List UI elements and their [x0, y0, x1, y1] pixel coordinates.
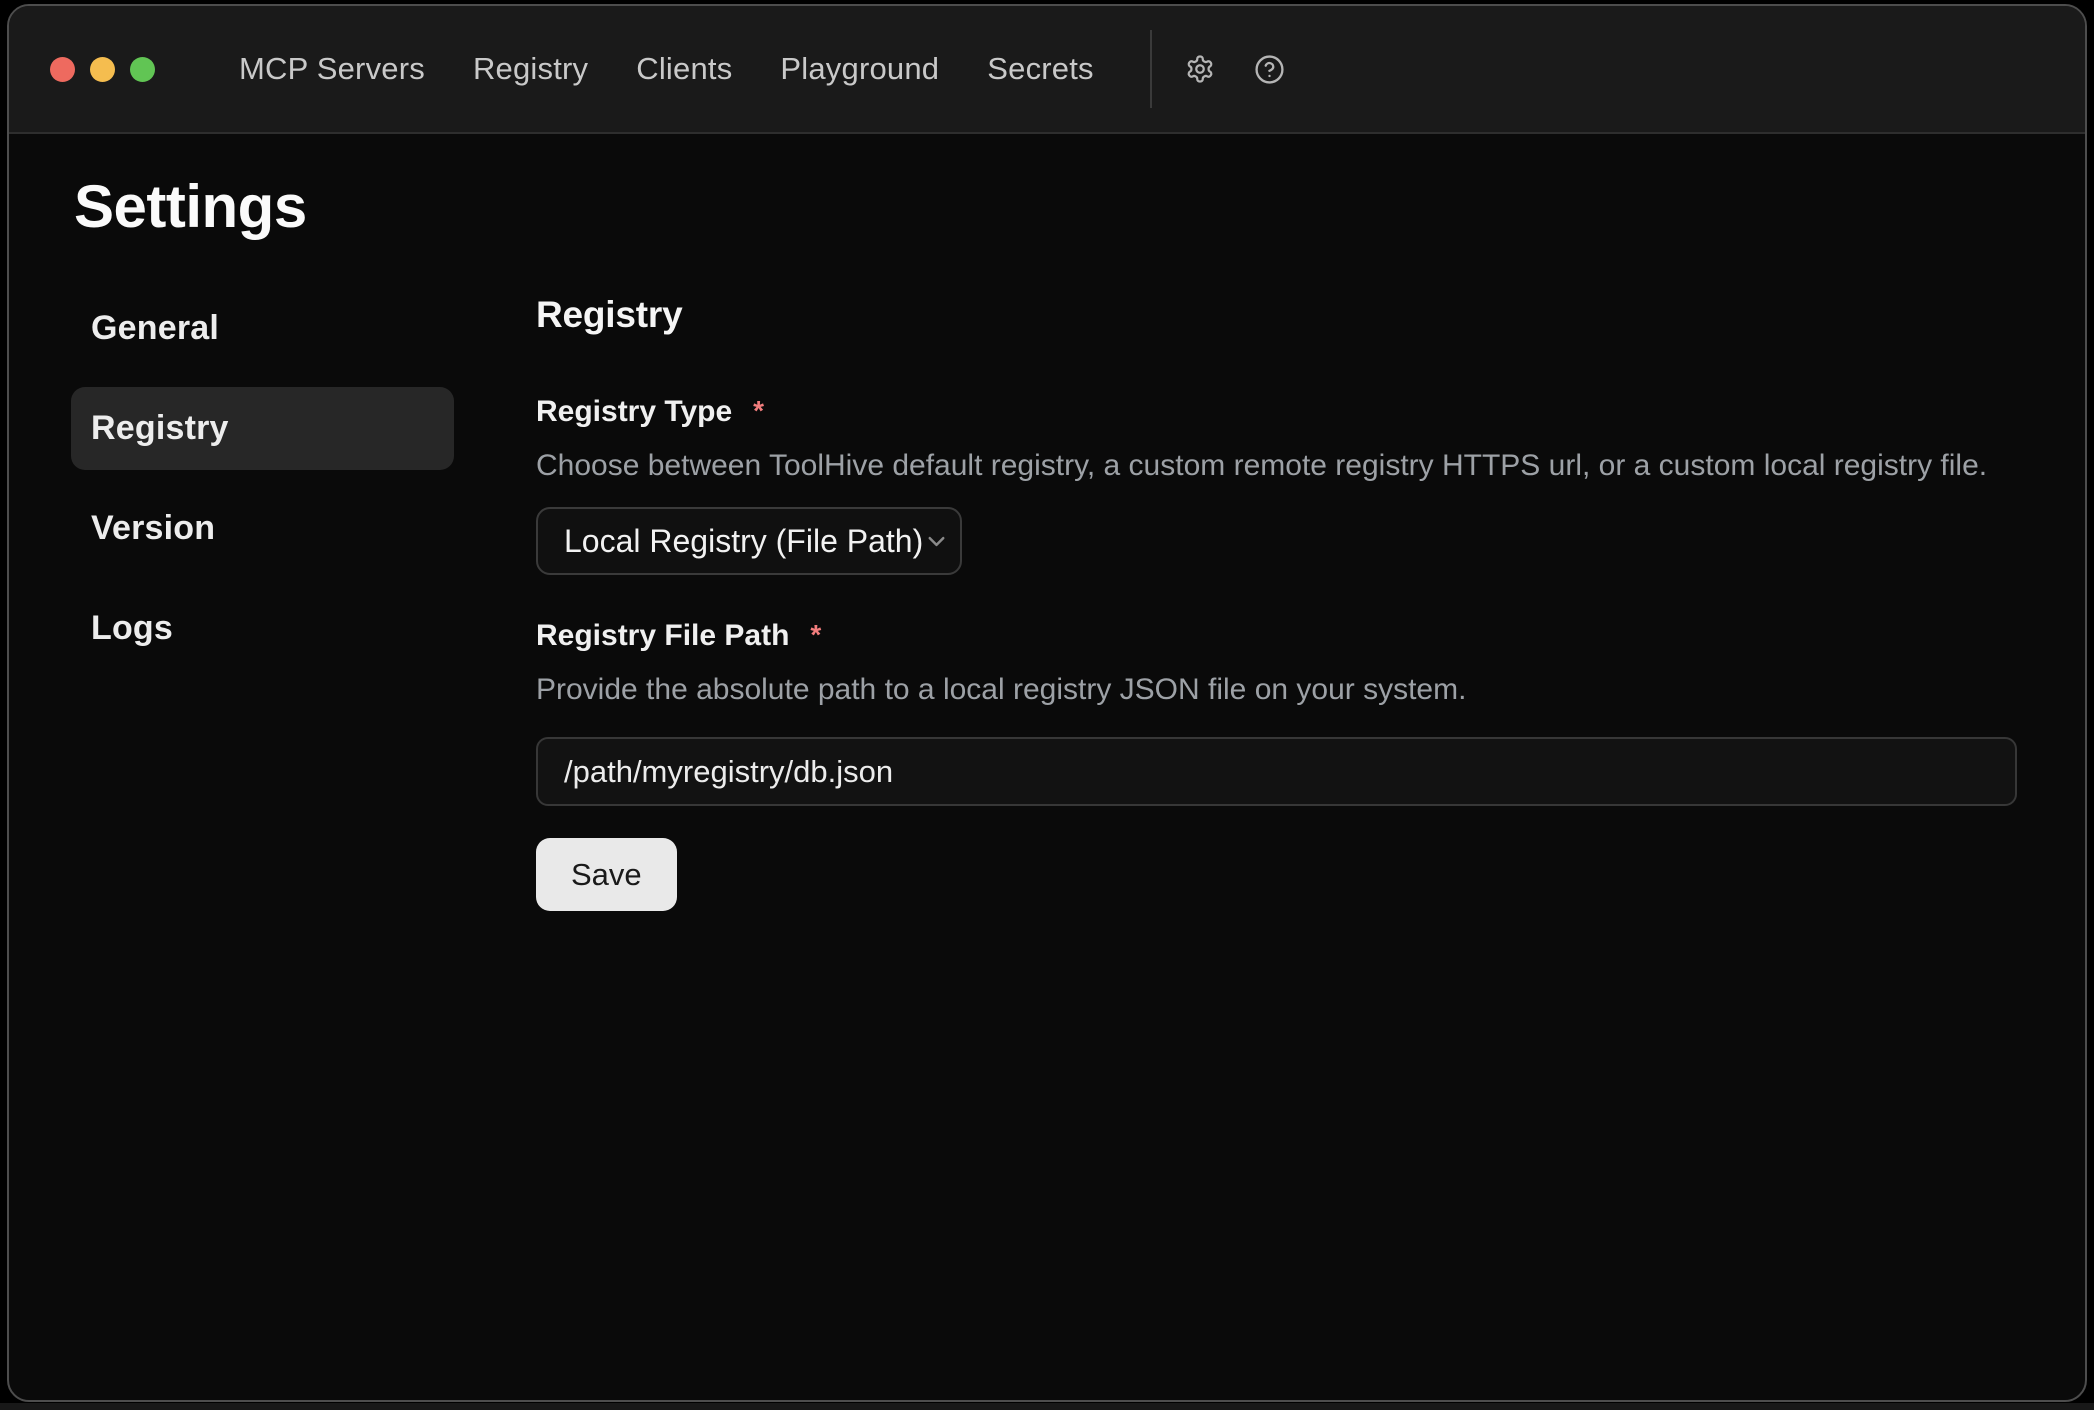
- registry-type-label: Registry Type *: [536, 393, 2019, 431]
- settings-sidebar: General Registry Version Logs: [71, 287, 454, 911]
- selected-option-label: Local Registry (File Path): [564, 523, 923, 560]
- nav-item-clients[interactable]: Clients: [636, 51, 732, 87]
- gear-icon: [1185, 54, 1215, 84]
- sidebar-item-version[interactable]: Version: [71, 487, 454, 570]
- sidebar-item-logs[interactable]: Logs: [71, 587, 454, 670]
- sidebar-item-general[interactable]: General: [71, 287, 454, 370]
- required-asterisk: *: [810, 616, 821, 654]
- help-icon: [1254, 54, 1285, 85]
- nav-item-secrets[interactable]: Secrets: [987, 51, 1094, 87]
- nav-item-registry[interactable]: Registry: [473, 51, 588, 87]
- sidebar-item-registry[interactable]: Registry: [71, 387, 454, 470]
- zoom-window-button[interactable]: [130, 57, 155, 82]
- chevron-down-icon: [923, 528, 950, 555]
- section-heading: Registry: [536, 293, 2019, 337]
- settings-page: Settings General Registry Version Logs R…: [9, 134, 2085, 911]
- settings-button[interactable]: [1178, 47, 1222, 91]
- registry-type-select[interactable]: Local Registry (File Path): [536, 507, 962, 575]
- titlebar: MCP Servers Registry Clients Playground …: [9, 6, 2085, 134]
- registry-file-path-label: Registry File Path *: [536, 617, 2019, 655]
- nav-item-playground[interactable]: Playground: [780, 51, 939, 87]
- registry-file-path-description: Provide the absolute path to a local reg…: [536, 671, 2019, 709]
- nav-item-mcp-servers[interactable]: MCP Servers: [239, 51, 425, 87]
- minimize-window-button[interactable]: [90, 57, 115, 82]
- top-nav: MCP Servers Registry Clients Playground …: [239, 51, 1094, 87]
- registry-file-path-input[interactable]: [536, 737, 2017, 806]
- desktop-background-strip: [0, 1403, 2094, 1410]
- registry-type-description: Choose between ToolHive default registry…: [536, 447, 2019, 485]
- close-window-button[interactable]: [50, 57, 75, 82]
- required-asterisk: *: [753, 392, 764, 430]
- help-button[interactable]: [1248, 47, 1292, 91]
- page-title: Settings: [74, 177, 2085, 237]
- field-label-text: Registry Type: [536, 393, 732, 431]
- registry-settings-panel: Registry Registry Type * Choose between …: [536, 287, 2019, 911]
- window-controls: [50, 57, 155, 82]
- save-button[interactable]: Save: [536, 838, 677, 911]
- nav-divider: [1150, 30, 1152, 108]
- app-window: MCP Servers Registry Clients Playground …: [7, 4, 2087, 1402]
- field-label-text: Registry File Path: [536, 617, 789, 655]
